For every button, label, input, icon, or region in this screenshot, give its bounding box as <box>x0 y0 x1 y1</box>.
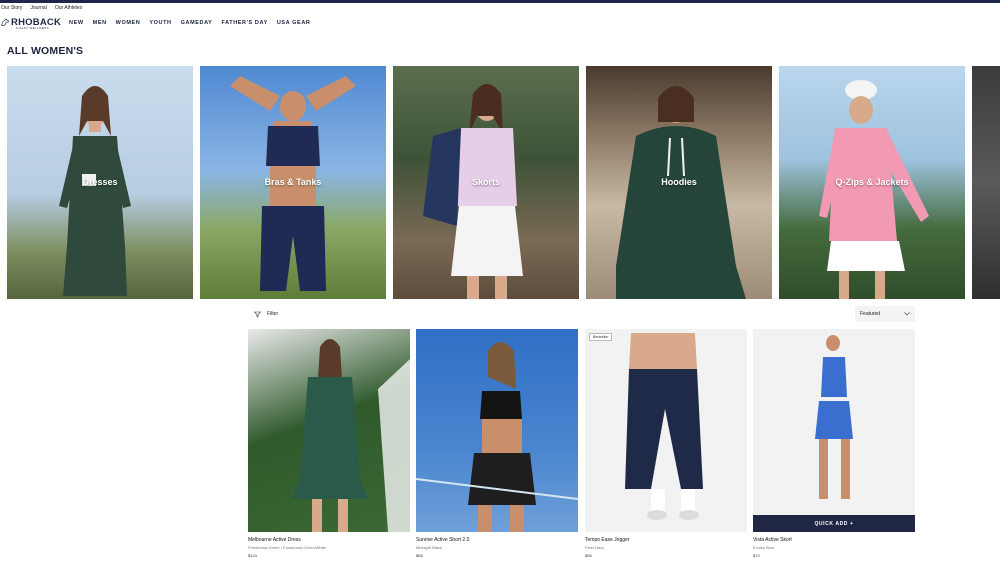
product-color: Ponderosa Green / Ponderosa Green/White <box>248 545 326 550</box>
nav-usa-gear[interactable]: USA GEAR <box>277 20 311 26</box>
dog-logo-icon <box>1 18 10 26</box>
category-tile-qzips-jackets[interactable]: Q-Zips & Jackets <box>779 66 965 299</box>
product-color: Fleet Navy <box>585 545 605 550</box>
product-image[interactable]: QUICK ADD + <box>753 329 915 532</box>
sort-select[interactable]: Featured <box>855 306 915 322</box>
main-nav: RHOBACK COAST WELLNESS NEW MEN WOMEN YOU… <box>0 14 1000 31</box>
sort-value: Featured <box>860 311 881 317</box>
product-card[interactable]: Sunrise Active Short 2.0 Midnight Black … <box>416 329 578 563</box>
product-name[interactable]: Melbourne Active Dress <box>248 537 301 543</box>
nav-men[interactable]: MEN <box>93 20 107 26</box>
chevron-down-icon <box>904 312 910 316</box>
product-price: $58 <box>416 553 423 558</box>
category-label-bras-tanks: Bras & Tanks <box>264 177 322 187</box>
category-tile-bras-tanks[interactable]: Bras & Tanks <box>200 66 386 299</box>
brand-tagline: COAST WELLNESS <box>16 26 50 30</box>
filter-bar: Filter Featured <box>248 305 915 323</box>
product-image[interactable] <box>248 329 410 532</box>
nav-women[interactable]: WOMEN <box>116 20 141 26</box>
product-name[interactable]: Vista Active Skort <box>753 537 792 543</box>
product-color: Midnight Black <box>416 545 443 550</box>
product-image[interactable]: Bestseller <box>585 329 747 532</box>
filter-icon <box>254 311 261 317</box>
bestseller-badge: Bestseller <box>589 333 613 341</box>
nav-fathers-day[interactable]: FATHER'S DAY <box>221 20 267 26</box>
nav-youth[interactable]: YOUTH <box>149 20 171 26</box>
brand-logo[interactable]: RHOBACK COAST WELLNESS <box>1 14 61 31</box>
category-tile-hoodies[interactable]: Hoodies <box>586 66 772 299</box>
category-carousel: Dresses Bras & Tanks Skorts Hoodies Q-Zi… <box>7 66 1000 299</box>
category-label-qzips-jackets: Q-Zips & Jackets <box>835 177 909 187</box>
utility-link-our-athletes[interactable]: Our Athletes <box>55 4 83 13</box>
product-name[interactable]: Tempo Ease Jogger <box>585 537 629 543</box>
category-label-dresses: Dresses <box>82 177 118 187</box>
filter-button[interactable]: Filter <box>248 307 284 321</box>
nav-new[interactable]: NEW <box>69 20 84 26</box>
quick-add-button[interactable]: QUICK ADD + <box>753 515 915 532</box>
product-color: Evolve Blue <box>753 545 775 550</box>
product-grid: Melbourne Active Dress Ponderosa Green /… <box>248 329 915 563</box>
product-image[interactable] <box>416 329 578 532</box>
product-price: $74 <box>753 553 760 558</box>
product-card[interactable]: Melbourne Active Dress Ponderosa Green /… <box>248 329 410 563</box>
filter-label: Filter <box>267 311 279 317</box>
nav-gameday[interactable]: GAMEDAY <box>181 20 213 26</box>
utility-link-our-story[interactable]: Our Story <box>1 4 22 13</box>
category-tile-dresses[interactable]: Dresses <box>7 66 193 299</box>
top-accent-bar <box>0 0 1000 3</box>
product-name[interactable]: Sunrise Active Short 2.0 <box>416 537 469 543</box>
product-price: $124 <box>248 553 257 558</box>
category-tile-partial[interactable] <box>972 66 1000 299</box>
category-label-skorts: Skorts <box>471 177 500 187</box>
product-card[interactable]: Bestseller Tempo Ease Jogger Fleet Navy … <box>585 329 747 563</box>
utility-nav: Our Story Journal Our Athletes <box>0 4 82 13</box>
category-tile-skorts[interactable]: Skorts <box>393 66 579 299</box>
product-price: $96 <box>585 553 592 558</box>
page-title: ALL WOMEN'S <box>7 45 84 57</box>
category-label-hoodies: Hoodies <box>661 177 697 187</box>
product-card[interactable]: QUICK ADD + Vista Active Skort Evolve Bl… <box>753 329 915 563</box>
utility-link-journal[interactable]: Journal <box>30 4 46 13</box>
